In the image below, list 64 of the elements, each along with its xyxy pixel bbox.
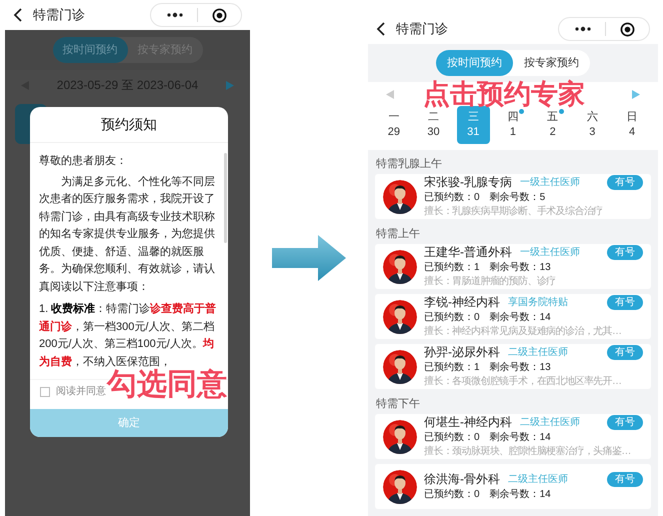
day-tab[interactable]: 一 29 (377, 106, 410, 144)
doctor-name: 何堪生-神经内科 (424, 415, 512, 430)
annotation-text: 勾选同意 (107, 367, 227, 403)
target-icon (212, 8, 227, 22)
doctor-card[interactable]: 宋张骏-乳腺专病 一级主任医师 有号 已预约数：0 剩余号数：5 擅长：乳腺疾病早期诊断、手术及综合治疗 (375, 174, 651, 219)
back-icon[interactable] (376, 22, 386, 36)
remaining-count: 剩余号数：13 (490, 261, 551, 275)
booked-count: 已预约数：0 (424, 488, 480, 502)
day-tab[interactable]: 六 3 (576, 106, 609, 144)
specialty-text: 擅长：颈动脉斑块、腔隙性脑梗塞治疗，头痛鉴… (424, 445, 632, 458)
doctor-card[interactable]: 李锐-神经内科 享国务院特贴 有号 已预约数：0 剩余号数：14 擅长：神经内科常见病及疑难病的诊治，尤其… (375, 294, 651, 339)
session-heading: 特需乳腺上午 (375, 156, 443, 172)
specialty-text: 擅长：各项微创腔镜手术，在西北地区率先开… (424, 375, 622, 388)
remaining-count: 剩余号数：13 (490, 361, 551, 375)
back-icon[interactable] (13, 8, 23, 22)
dialog-title: 预约须知 (30, 107, 228, 143)
page-title: 特需门诊 (33, 6, 85, 24)
doctor-name: 孙羿-泌尿外科 (424, 345, 500, 360)
next-week-icon[interactable] (632, 90, 640, 98)
more-icon (167, 12, 183, 18)
remaining-count: 剩余号数：14 (490, 311, 551, 325)
more-icon (575, 26, 591, 32)
previous-week-icon[interactable] (386, 90, 394, 98)
doctor-title: 一级主任医师 (520, 176, 580, 189)
day-tab[interactable]: 四 1 (496, 106, 530, 144)
doctor-card[interactable]: 王建华-普通外科 一级主任医师 有号 已预约数：1 剩余号数：13 擅长：胃肠道肿瘤的预防、诊疗 (375, 244, 651, 289)
specialty-text: 擅长：胃肠道肿瘤的预防、诊疗 (424, 275, 557, 288)
remaining-count: 剩余号数：14 (490, 488, 551, 502)
target-icon (620, 22, 635, 36)
specialty-text: 擅长：乳腺疾病早期诊断、手术及综合治疗 (424, 205, 604, 218)
booked-count: 已预约数：0 (424, 311, 480, 325)
booked-count: 已预约数：1 (424, 361, 480, 375)
agree-label: 阅读并同意 (56, 384, 106, 399)
booked-count: 已预约数：1 (424, 261, 480, 275)
doctor-title: 二级主任医师 (508, 346, 568, 359)
booked-count: 已预约数：0 (424, 191, 480, 205)
annotation-text: 点击预约专家 (423, 80, 585, 108)
booked-count: 已预约数：0 (424, 431, 480, 445)
remaining-count: 剩余号数：5 (490, 191, 546, 205)
session-heading: 特需下午 (375, 396, 421, 412)
session-heading: 特需上午 (375, 226, 421, 242)
doctor-title: 享国务院特贴 (508, 296, 568, 309)
tab[interactable]: 按专家预约 (513, 50, 590, 76)
greeting-text: 尊敬的患者朋友： (39, 154, 128, 169)
specialty-text: 擅长：神经内科常见病及疑难病的诊治，尤其… (424, 325, 622, 338)
next-week-icon[interactable] (226, 80, 234, 90)
doctor-name: 徐洪海-骨外科 (424, 472, 500, 486)
doctor-card[interactable]: 何堪生-神经内科 二级主任医师 有号 已预约数：0 剩余号数：14 擅长：颈动脉斑块、腔隙性脑梗塞治疗，头痛鉴… (375, 414, 651, 459)
remaining-count: 剩余号数：14 (490, 431, 551, 445)
doctor-card[interactable]: 孙羿-泌尿外科 二级主任医师 有号 已预约数：1 剩余号数：13 擅长：各项微创腔镜手术，在西北地区率先开… (375, 344, 651, 389)
doctor-name: 王建华-普通外科 (424, 245, 512, 260)
day-tab[interactable]: 日 4 (616, 106, 649, 144)
doctor-title: 二级主任医师 (520, 416, 580, 429)
capsule-menu[interactable] (558, 17, 650, 41)
doctor-title: 二级主任医师 (508, 472, 568, 486)
intro-paragraph: 为满足多元化、个性化等不同层次患者的医疗服务需求，我院开设了特需门诊，由具有高级专业技术职称的知名专家提供专业服务，为您提供优质、便捷、舒适、温馨的就医服务。为确保您顺利、有效就诊，请认真阅读以下注意事项： (39, 174, 216, 294)
doctor-card[interactable]: 徐洪海-骨外科 二级主任医师 有号 已预约数：0 剩余号数：14 (375, 464, 651, 509)
doctor-name: 李锐-神经内科 (424, 295, 500, 310)
doctor-title: 一级主任医师 (520, 246, 580, 259)
doctor-name: 宋张骏-乳腺专病 (424, 175, 512, 190)
fee-rule-paragraph: 1. 收费标准：特需门诊诊查费高于普通门诊，第一档300元/人次、第二档200元/人次、第三档100元/人次。均为自费，不纳入医保范围， (39, 301, 218, 368)
page-title: 特需门诊 (396, 20, 448, 38)
agree-checkbox[interactable] (40, 386, 50, 396)
capsule-menu[interactable] (150, 3, 242, 27)
